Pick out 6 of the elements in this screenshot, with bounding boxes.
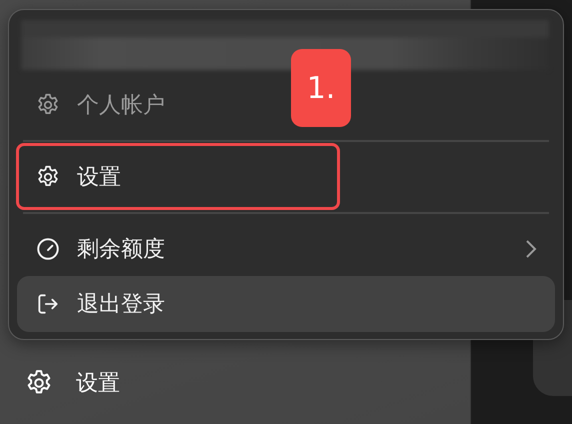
menu-item[interactable]: 剩余额度 xyxy=(77,237,165,262)
gauge-icon xyxy=(35,236,61,262)
menu-item[interactable]: 退出登录 xyxy=(17,276,555,332)
step-badge: 1. xyxy=(291,49,351,127)
sidebar-item[interactable]: 设置 xyxy=(76,368,120,398)
menu-item[interactable]: 设置 xyxy=(77,165,121,190)
